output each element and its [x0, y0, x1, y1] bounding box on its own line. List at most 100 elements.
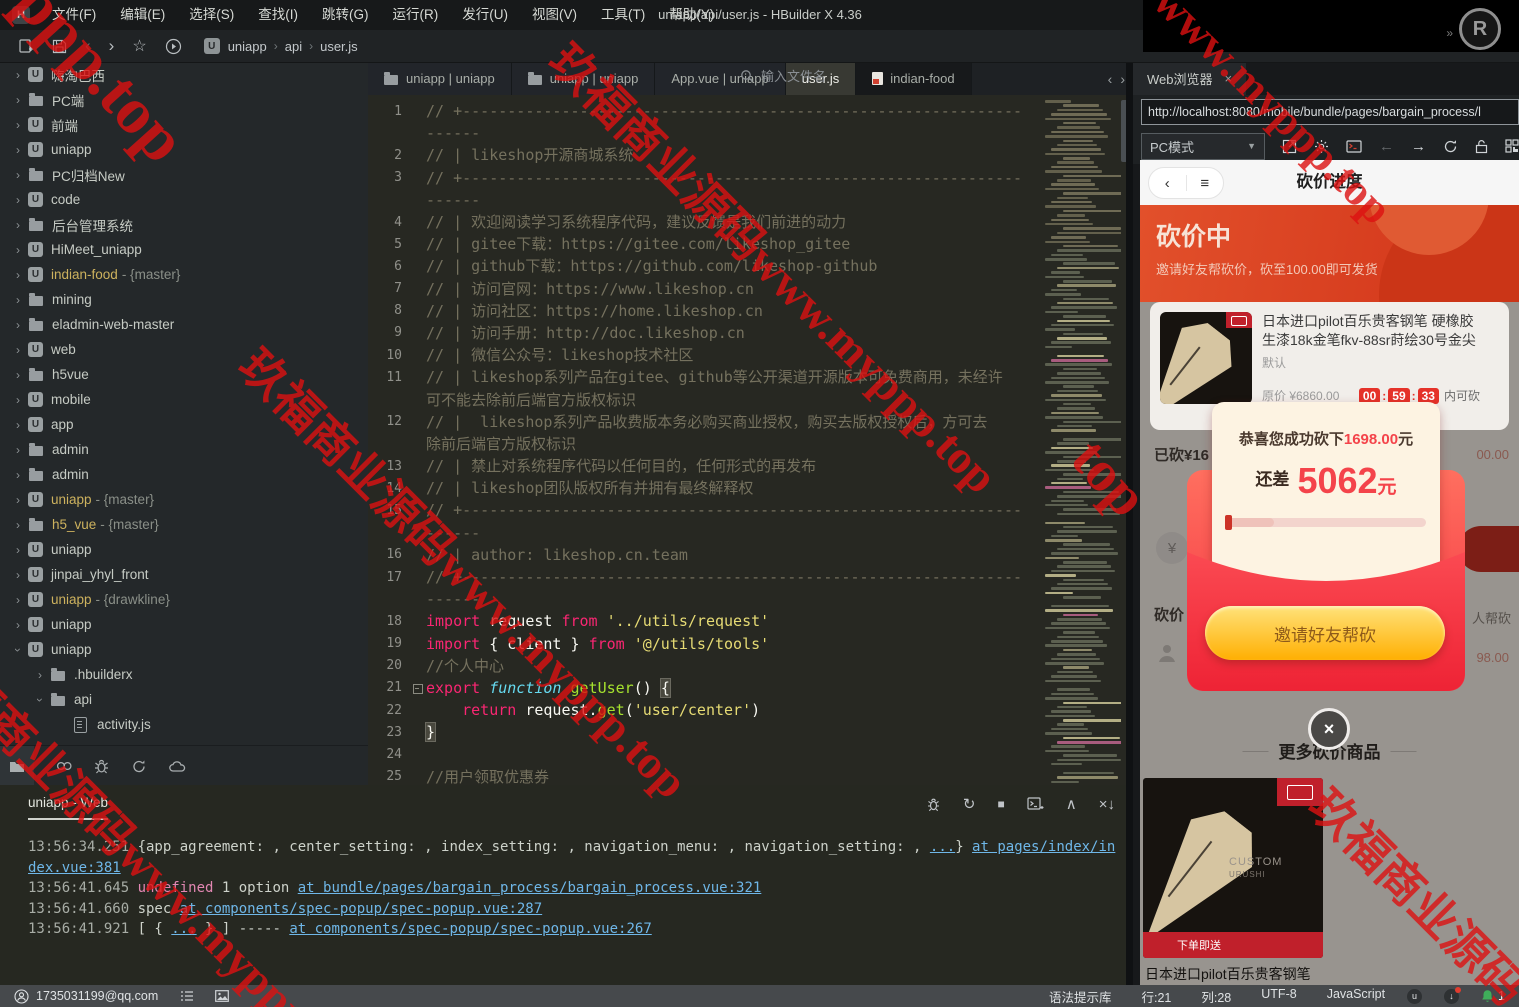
code-line[interactable]: 2// | likeshop开源商城系统	[368, 144, 1045, 166]
save-icon[interactable]	[52, 39, 67, 54]
chevron-right-icon[interactable]: ›	[10, 218, 26, 232]
sidebar-item[interactable]: ›eladmin-web-master	[0, 312, 368, 337]
sidebar-item[interactable]: ›Uindian-food - {master}	[0, 262, 368, 287]
menu-item[interactable]: 编辑(E)	[108, 0, 177, 30]
product-tile-image[interactable]: CUSTOM URUSHI 下单即送	[1143, 778, 1323, 958]
chevron-right-icon[interactable]: ›	[10, 168, 26, 182]
sidebar-item[interactable]: ›admin	[0, 437, 368, 462]
sidebar-item[interactable]: activity.js	[0, 712, 368, 737]
source-link[interactable]: ...	[930, 839, 955, 855]
editor-tab[interactable]: uniapp | uniapp	[512, 62, 656, 95]
new-terminal-icon[interactable]	[1027, 797, 1044, 811]
menu-item[interactable]: 运行(R)	[381, 0, 451, 30]
debug-view-icon[interactable]	[94, 759, 109, 774]
code-line[interactable]: 22 return request.get('user/center')	[368, 699, 1045, 721]
status-item[interactable]: 行:21	[1141, 987, 1171, 1006]
code-line[interactable]: 23}	[368, 721, 1045, 743]
console-log-line[interactable]: 13:56:41.921 [ { ... } ] ----- at compon…	[28, 919, 1116, 940]
menu-item[interactable]: 选择(S)	[177, 0, 246, 30]
sidebar-item[interactable]: ›Uuniapp	[0, 612, 368, 637]
code-line[interactable]: 15// +----------------------------------…	[368, 499, 1045, 521]
outline-icon[interactable]	[180, 990, 201, 1002]
source-link[interactable]: at bundle/pages/bargain_process/bargain_…	[298, 880, 762, 896]
code-line[interactable]: 20//个人中心	[368, 655, 1045, 677]
code-line[interactable]: ------	[368, 522, 1045, 544]
code-line[interactable]: 除前后端官方版权标识	[368, 433, 1045, 455]
code-line[interactable]: 16// | author: likeshop.cn.team	[368, 544, 1045, 566]
editor-tab[interactable]: indian-food	[856, 62, 971, 95]
code-line[interactable]: 可不能去除前后端官方版权标识	[368, 388, 1045, 410]
debug-icon[interactable]	[926, 797, 941, 812]
console-log-line[interactable]: 13:56:41.645 undefined 1 option at bundl…	[28, 878, 1116, 899]
account-email[interactable]: 1735031199@qq.com	[36, 989, 158, 1003]
code-line[interactable]: 6// | github下载：https://github.com/likesh…	[368, 255, 1045, 277]
editor-tab[interactable]: uniapp | uniapp	[368, 62, 512, 95]
tab-right-icon[interactable]: ›	[1120, 71, 1125, 87]
sidebar-item[interactable]: ›Ujinpai_yhyl_front	[0, 562, 368, 587]
code-line[interactable]: 13// | 禁止对系统程序代码以任何目的，任何形式的再发布	[368, 455, 1045, 477]
uni-badge-icon[interactable]: u	[1407, 989, 1422, 1004]
chevron-right-icon[interactable]: ›	[10, 143, 26, 157]
code-line[interactable]: 10// | 微信公众号：likeshop技术社区	[368, 344, 1045, 366]
forward-icon[interactable]: ›	[109, 31, 115, 61]
sidebar-item[interactable]: ›Uuniapp - {master}	[0, 487, 368, 512]
code-view[interactable]: 1// +-----------------------------------…	[368, 95, 1045, 790]
star-icon[interactable]: ☆	[132, 36, 146, 56]
browser-tab[interactable]: Web浏览器 ×	[1133, 62, 1246, 95]
sidebar-item[interactable]: ›U前端	[0, 112, 368, 137]
code-line[interactable]: 3// +-----------------------------------…	[368, 167, 1045, 189]
breadcrumb-item[interactable]: user.js	[320, 39, 358, 54]
sidebar-item[interactable]: ›PC端	[0, 87, 368, 112]
code-line[interactable]: 9// | 访问手册：http://doc.likeshop.cn	[368, 322, 1045, 344]
chevron-right-icon[interactable]: ›	[10, 318, 26, 332]
code-line[interactable]: 4// | 欢迎阅读学习系统程序代码，建议反馈是我们前进的动力	[368, 211, 1045, 233]
new-file-icon[interactable]	[18, 38, 34, 54]
chevron-down-icon[interactable]: ›	[33, 692, 47, 708]
status-item[interactable]: 列:28	[1201, 987, 1231, 1006]
chevron-right-icon[interactable]: ›	[10, 418, 26, 432]
console-log-line[interactable]: 13:56:41.660 spec at components/spec-pop…	[28, 899, 1116, 920]
chevron-right-icon[interactable]: ›	[10, 518, 26, 532]
menu-item[interactable]: 查找(I)	[246, 0, 310, 30]
sidebar-item[interactable]: ›Uuniapp	[0, 537, 368, 562]
console-tab[interactable]: uniapp - Web	[28, 795, 108, 820]
code-line[interactable]: 11// | likeshop系列产品在gitee、github等公开渠道开源版…	[368, 366, 1045, 388]
gear-icon[interactable]	[1314, 139, 1329, 154]
browser-forward-icon[interactable]: →	[1411, 138, 1426, 155]
lock-icon[interactable]	[1475, 139, 1488, 154]
run-icon[interactable]	[165, 38, 182, 55]
chevron-right-icon[interactable]: ›	[10, 293, 26, 307]
sidebar-item[interactable]: ›Ucode	[0, 187, 368, 212]
menu-item[interactable]: 发行(U)	[450, 0, 520, 30]
status-item[interactable]: JavaScript	[1327, 987, 1385, 1006]
code-line[interactable]: 24	[368, 743, 1045, 765]
qr-grid-icon[interactable]	[1505, 139, 1519, 153]
sidebar-item[interactable]: ›.hbuilderx	[0, 662, 368, 687]
files-view-icon[interactable]	[0, 746, 34, 786]
preview-image-icon[interactable]	[215, 990, 236, 1002]
chevron-right-icon[interactable]: ›	[10, 93, 26, 107]
chevron-right-icon[interactable]: ›	[10, 343, 26, 357]
notification-bell[interactable]: 1	[1481, 989, 1505, 1003]
breadcrumb-item[interactable]: uniapp	[228, 39, 267, 54]
console-log-line[interactable]: 13:56:34.251 {app_agreement: , center_se…	[28, 837, 1116, 878]
browser-back-icon[interactable]: ←	[1379, 138, 1394, 155]
code-line[interactable]: 12// | likeshop系列产品收费版本务必购买商业授权，购买去版权授权后…	[368, 411, 1045, 433]
chevron-right-icon[interactable]: ›	[10, 118, 26, 132]
code-line[interactable]: ------	[368, 122, 1045, 144]
search-input[interactable]: 输入文件名	[740, 66, 826, 85]
chevron-right-icon[interactable]: ›	[10, 243, 26, 257]
sidebar-item[interactable]: ›Uuniapp	[0, 637, 368, 662]
code-line[interactable]: ------	[368, 588, 1045, 610]
chevron-right-icon[interactable]: ›	[10, 268, 26, 282]
status-item[interactable]: UTF-8	[1261, 987, 1296, 1006]
sidebar-item[interactable]: ›Umobile	[0, 387, 368, 412]
sidebar-item[interactable]: ›Uuniapp - {drawkline}	[0, 587, 368, 612]
chevron-right-icon[interactable]: ›	[10, 468, 26, 482]
refresh-icon[interactable]	[1443, 139, 1458, 154]
chevron-right-icon[interactable]: ›	[10, 493, 26, 507]
restart-icon[interactable]: ↻	[963, 795, 976, 813]
sidebar-item[interactable]: ›U嗨淘巴西	[0, 62, 368, 87]
code-line[interactable]: 5// | gitee下载：https://gitee.com/likeshop…	[368, 233, 1045, 255]
collapse-icon[interactable]: ∧	[1066, 795, 1077, 813]
